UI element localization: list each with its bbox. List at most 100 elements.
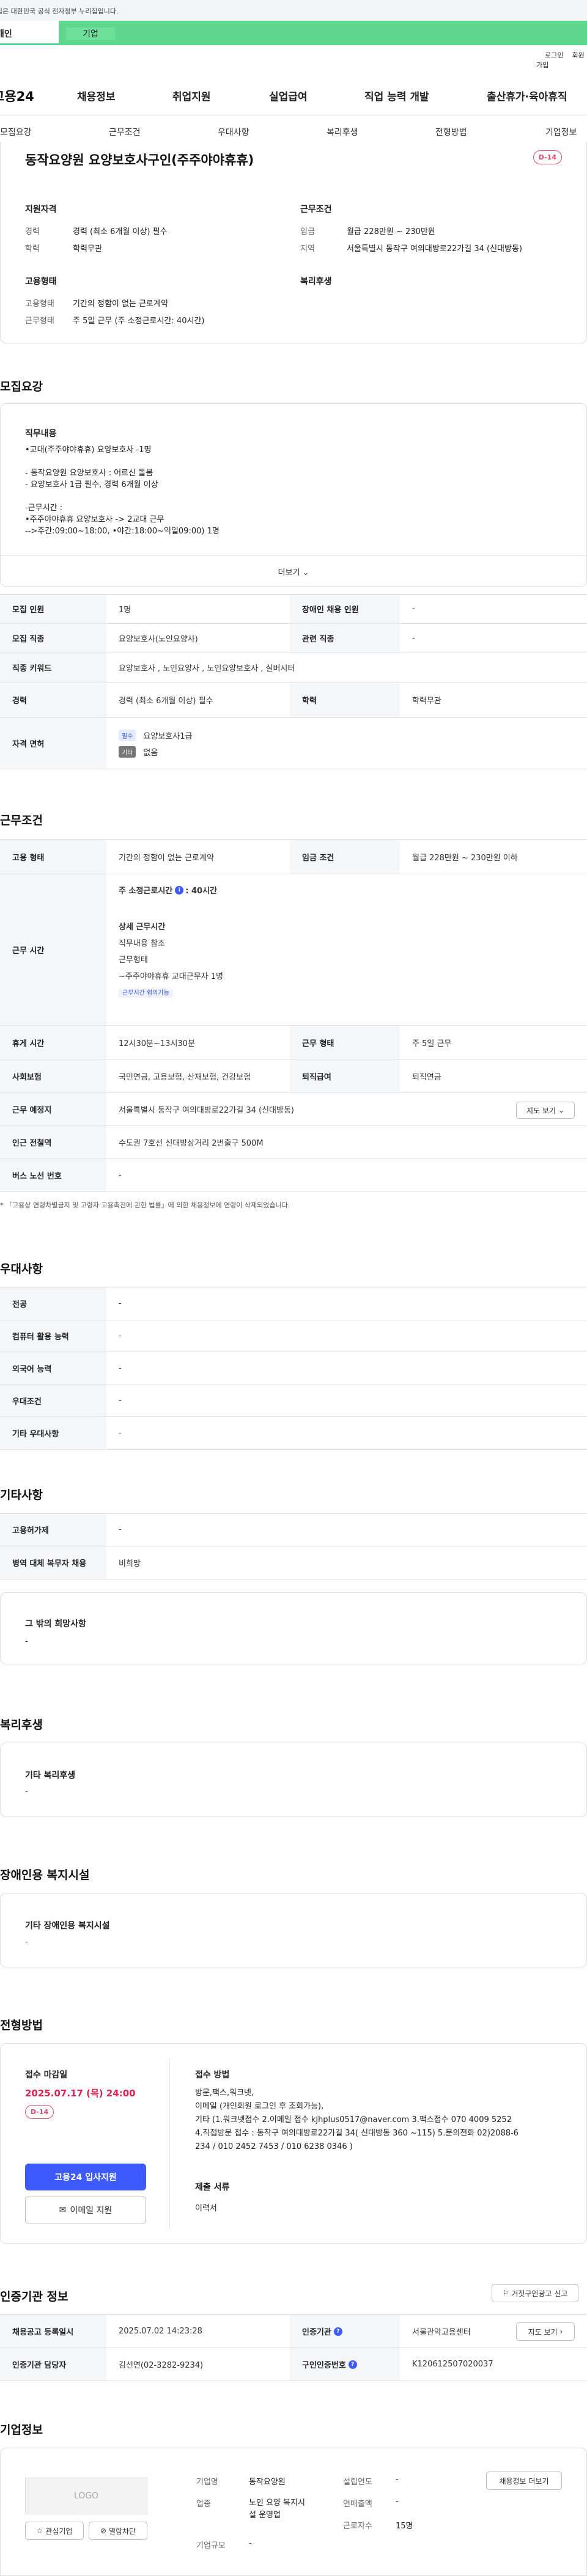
agency-key-label: 인증기관 [302, 2328, 331, 2337]
disability-box-value: - [25, 1937, 28, 1947]
apply-button[interactable]: 고용24 입사지원 [25, 2164, 146, 2190]
company-box: LOGO ☆ 관심기업 ⊘ 열람차단 기업명 동작요양원 업종 노인 요양 복지시 … [0, 2448, 587, 2576]
conditions-table: 고용 형태 기간의 정함이 없는 근로계약 임금 조건 월급 228만원 ~ 2… [0, 840, 587, 1192]
severance-value: 퇴직연금 [412, 1073, 441, 1082]
table-row: 우대조건 - [0, 1385, 587, 1417]
login-link[interactable]: 로그인 [545, 51, 563, 59]
favorite-label: 관심기업 [45, 2527, 73, 2536]
section-subnav: 모집요강 근무조건 우대사항 복리후생 전형방법 기업정보 [0, 115, 587, 145]
report-ad-button[interactable]: ⚐ 거짓구인광고 신고 [492, 2284, 578, 2302]
global-nav: 고용24 채용정보 취업지원 실업급여 직업 능력 개발 출산휴가·육아휴직 [0, 78, 587, 109]
career-key: 경력 [0, 682, 106, 717]
table-row: 경력 경력 (최소 6개월 이상) 필수 학력 학력무관 [0, 682, 587, 718]
emp-type-value: 기간의 정함이 없는 근로계약 [73, 299, 168, 309]
gnb-item-parental-leave[interactable]: 출산휴가·육아휴직 [487, 88, 567, 103]
etc-heading: 기타사항 [0, 1488, 43, 1502]
site-logo[interactable]: 고용24 [0, 87, 34, 105]
gov-banner: 이 누리집은 대한민국 공식 전자정부 누리집입니다. [0, 0, 587, 21]
gnb-item-unemployment-benefit[interactable]: 실업급여 [269, 88, 308, 103]
disability-box: 기타 장애인용 복지시설 - [0, 1893, 587, 1967]
gnb-item-vocational-training[interactable]: 직업 능력 개발 [364, 88, 429, 103]
worktype-key: 근무 형태 [290, 1026, 400, 1059]
license-item: 없음 [143, 748, 158, 758]
etc-table: 고용허가제 - 병역 대체 복무자 채용 비희망 [0, 1513, 587, 1579]
method-line: 기타 (1.워크넷접수 2.이메일 접수 kjhplus0517@naver.c… [195, 2115, 512, 2124]
star-icon: ☆ [36, 2527, 43, 2535]
favorite-company-button[interactable]: ☆ 관심기업 [25, 2522, 84, 2540]
work-type-key: 근무형태 [25, 317, 54, 326]
preference-table: 전공 - 컴퓨터 활용 능력 - 외국어 능력 - 우대조건 - 기타 우대사항… [0, 1287, 587, 1450]
computer-value: - [119, 1331, 122, 1341]
gnb-item-jobs[interactable]: 채용정보 [77, 88, 116, 103]
chevron-right-icon: › [559, 2327, 563, 2336]
agency-key: 인증기관? [290, 2315, 400, 2347]
subnav-preference[interactable]: 우대사항 [218, 126, 249, 138]
subnav-welfare[interactable]: 복리후생 [327, 126, 358, 138]
more-jobs-button[interactable]: 채용정보 더보기 [486, 2472, 562, 2490]
subnav-conditions[interactable]: 근무조건 [109, 126, 141, 138]
email-apply-button[interactable]: ✉ 이메일 지원 [25, 2197, 146, 2223]
keyword-key: 직종 키워드 [0, 653, 106, 682]
edu-key: 학력 [25, 244, 40, 254]
tab-personal[interactable]: 개인 [0, 21, 59, 45]
docs-label: 제출 서류 [195, 2183, 230, 2192]
major-value: - [119, 1299, 122, 1308]
count-key: 모집 인원 [0, 595, 106, 623]
other-wish-box: 그 밖의 희망사항 - [0, 1592, 587, 1664]
work-type-value: 주 5일 근무 (주 소정근로시간: 40시간) [73, 317, 205, 326]
career-key: 경력 [25, 227, 40, 236]
hours-main-value: : 40시간 [185, 887, 217, 896]
military-value: 비희망 [119, 1559, 141, 1568]
edu-value: 학력무관 [73, 244, 102, 254]
info-icon[interactable]: i [175, 885, 184, 895]
method-text: 방문,팩스,워크넷, 이메일 (개인회원 로그인 후 조회가능), 기타 (1.… [195, 2087, 519, 2154]
subway-value: 수도권 7호선 신대방삼거리 2번출구 500M [119, 1139, 264, 1148]
related-value: - [412, 634, 415, 643]
bus-value: - [119, 1171, 122, 1180]
job-description-box: 직무내용 •교대(주주야야휴휴) 요양보호사 -1명 - 동작요양원 요양보호사… [0, 403, 587, 587]
gnb-item-employment-support[interactable]: 취업지원 [172, 88, 211, 103]
founded-value: - [396, 2475, 399, 2484]
chevron-down-icon: ⌄ [558, 1106, 565, 1114]
docs-value: 이력서 [195, 2204, 217, 2213]
block-company-button[interactable]: ⊘ 열람차단 [89, 2522, 147, 2540]
etc-badge: 기타 [119, 745, 136, 758]
subnav-company[interactable]: 기업정보 [545, 126, 577, 138]
license-item: 요양보호사1급 [143, 731, 193, 741]
qualification-label: 지원자격 [25, 205, 57, 214]
more-button[interactable]: 더보기 ⌄ [1, 555, 586, 586]
subnav-recruit[interactable]: 모집요강 [0, 126, 32, 138]
pref-key: 우대조건 [0, 1385, 106, 1416]
table-row: 근무 시간 주 소정근로시간 i: 40시간 상세 근무시간 직무내용 참조 근무… [0, 874, 587, 1026]
welfare-box-value: - [25, 1787, 28, 1796]
wage-value: 월급 228만원 ~ 230만원 이하 [412, 854, 518, 863]
tab-company[interactable]: 기업 [59, 21, 587, 45]
map-button[interactable]: 지도 보기 ⌄ [516, 1102, 575, 1119]
welfare-box: 기타 복리후생 - [0, 1743, 587, 1817]
method-line: 방문,팩스,워크넷, [195, 2088, 254, 2098]
career-value: 경력 (최소 6개월 이상) 필수 [73, 227, 168, 236]
table-row: 고용 형태 기간의 정함이 없는 근로계약 임금 조건 월급 228만원 ~ 2… [0, 840, 587, 874]
method-line: 이메일 (개인회원 로그인 후 조회가능), [195, 2102, 324, 2111]
agency-map-button[interactable]: 지도 보기 › [516, 2322, 575, 2341]
info-icon[interactable]: ? [333, 2327, 342, 2336]
block-label: 열람차단 [108, 2527, 136, 2536]
info-icon[interactable]: ? [348, 2360, 357, 2369]
industry-line: 설 운영업 [249, 2511, 281, 2520]
deadline-dday-badge: D-14 [25, 2105, 54, 2119]
table-row: 직종 키워드 요양보호사 , 노인요양사 , 노인요양보호사 , 실버시터 [0, 653, 587, 682]
mail-icon: ✉ [59, 2205, 67, 2215]
map-button-label: 지도 보기 [526, 1106, 556, 1115]
table-row: 휴게 시간 12시30분~13시30분 근무 형태 주 5일 근무 [0, 1026, 587, 1060]
table-row: 버스 노선 번호 - [0, 1159, 587, 1192]
table-row: 기타 우대사항 - [0, 1417, 587, 1450]
place-key: 근무 예정지 [0, 1093, 106, 1125]
employees-value: 15명 [396, 2522, 413, 2531]
audience-tabbar: 개인 기업 [0, 21, 587, 45]
conditions-label: 근무조건 [300, 205, 332, 214]
dday-badge: D-14 [533, 150, 562, 164]
table-row: 고용허가제 - [0, 1513, 587, 1546]
table-row: 전공 - [0, 1287, 587, 1320]
subnav-selection[interactable]: 전형방법 [435, 126, 467, 138]
reg-value: 2025.07.02 14:23:28 [119, 2327, 202, 2336]
